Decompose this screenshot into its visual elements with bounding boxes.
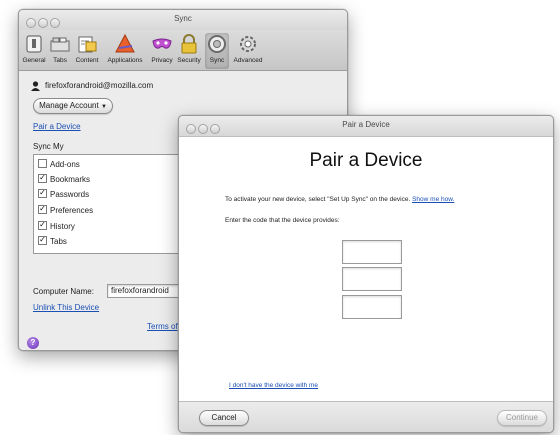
checkbox-bookmarks[interactable]: ✓ <box>38 174 47 184</box>
pair-heading: Pair a Device <box>309 150 423 171</box>
toolbar-sync-label: Sync <box>209 57 225 64</box>
dropdown-arrow-icon: ▼ <box>100 104 107 110</box>
toolbar-content[interactable]: Content <box>72 33 102 64</box>
toolbar-privacy-label: Privacy <box>151 57 173 64</box>
sync-item-history[interactable]: ✓ History <box>38 220 75 233</box>
code-field-2[interactable] <box>342 267 402 291</box>
sync-item-addons[interactable]: Add-ons <box>38 158 80 171</box>
sync-item-bookmarks[interactable]: ✓ Bookmarks <box>38 173 90 186</box>
sync-icon <box>208 35 226 53</box>
checkbox-tabs[interactable]: ✓ <box>38 236 47 246</box>
pair-device-window: Pair a Device Pair a Device To activate … <box>178 115 554 433</box>
toolbar-security[interactable]: Security <box>175 33 203 64</box>
content-icon <box>78 36 97 53</box>
checkbox-addons[interactable] <box>38 159 47 169</box>
sync-item-preferences[interactable]: ✓ Preferences <box>38 204 93 217</box>
continue-button[interactable]: Continue <box>497 410 547 426</box>
prefs-toolbar: General Tabs Content Applications Privac… <box>19 30 347 71</box>
checkbox-passwords[interactable]: ✓ <box>38 189 47 199</box>
no-device-link[interactable]: I don't have the device with me <box>229 382 318 389</box>
sync-item-label: Add-ons <box>50 160 80 169</box>
manage-account-label: Manage Account <box>39 101 99 110</box>
sync-item-tabs[interactable]: ✓ Tabs <box>38 235 67 248</box>
pair-footer: Cancel Continue <box>179 401 553 432</box>
sync-item-label: Bookmarks <box>50 175 91 184</box>
manage-account-button[interactable]: Manage Account ▼ <box>33 98 113 114</box>
sync-item-label: History <box>50 222 75 231</box>
sync-my-label: Sync My <box>33 142 64 151</box>
computer-name-label: Computer Name: <box>33 287 94 296</box>
sync-item-label: Tabs <box>50 237 67 246</box>
toolbar-content-label: Content <box>75 57 99 64</box>
unlink-device-link[interactable]: Unlink This Device <box>33 303 99 312</box>
toolbar-sync[interactable]: Sync <box>205 33 229 69</box>
sync-items-list: Add-ons ✓ Bookmarks ✓ Passwords ✓ Preferenc… <box>33 154 195 254</box>
toolbar-general[interactable]: General <box>21 33 47 64</box>
tabs-icon <box>50 37 70 52</box>
toolbar-advanced[interactable]: Advanced <box>231 33 265 64</box>
toolbar-tabs[interactable]: Tabs <box>49 33 71 64</box>
toolbar-privacy[interactable]: Privacy <box>149 33 175 64</box>
terms-of-service-link[interactable]: Terms of <box>147 322 178 331</box>
applications-icon <box>115 33 135 53</box>
privacy-icon <box>152 38 172 49</box>
sync-item-label: Preferences <box>50 206 94 215</box>
pair-instructions: To activate your new device, select "Set… <box>225 196 454 203</box>
checkbox-preferences[interactable]: ✓ <box>38 205 47 215</box>
account-user-icon <box>31 81 40 91</box>
instruction-text: To activate your new device, select "Set… <box>225 196 411 203</box>
general-icon <box>26 35 42 53</box>
sync-item-passwords[interactable]: ✓ Passwords <box>38 188 89 201</box>
pair-device-link[interactable]: Pair a Device <box>33 122 81 131</box>
prefs-titlebar[interactable]: Sync <box>19 10 347 31</box>
toolbar-general-label: General <box>22 57 46 64</box>
account-email: firefoxforandroid@mozilla.com <box>45 81 154 90</box>
prefs-window-title: Sync <box>174 14 192 23</box>
code-field-3[interactable] <box>342 295 402 319</box>
advanced-icon <box>240 36 256 52</box>
toolbar-applications-label: Applications <box>107 57 143 64</box>
checkbox-history[interactable]: ✓ <box>38 221 47 231</box>
enter-code-text: Enter the code that the device provides: <box>225 217 340 224</box>
pair-titlebar[interactable]: Pair a Device <box>179 116 553 137</box>
toolbar-tabs-label: Tabs <box>53 57 67 64</box>
sync-item-label: Passwords <box>50 190 90 199</box>
toolbar-security-label: Security <box>177 57 201 64</box>
toolbar-advanced-label: Advanced <box>233 57 263 64</box>
show-me-how-link[interactable]: Show me how. <box>412 196 454 203</box>
cancel-button[interactable]: Cancel <box>199 410 249 426</box>
help-button[interactable]: ? <box>27 337 39 349</box>
code-field-1[interactable] <box>342 240 402 264</box>
toolbar-applications[interactable]: Applications <box>103 33 147 64</box>
pair-window-title: Pair a Device <box>342 120 390 129</box>
security-icon <box>181 34 197 54</box>
